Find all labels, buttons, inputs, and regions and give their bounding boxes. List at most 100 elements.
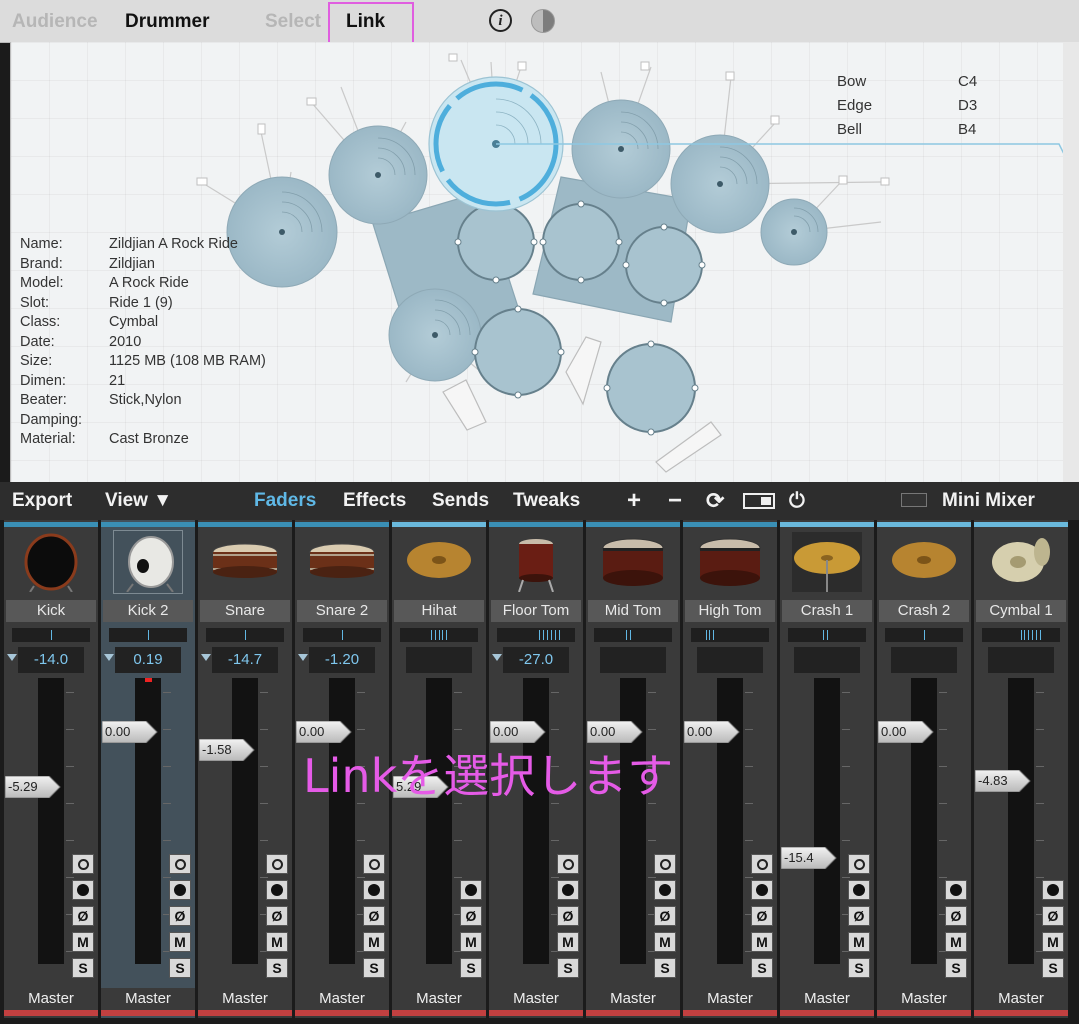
fader-track[interactable] [814, 678, 840, 964]
channel-strip-crash-2[interactable]: Crash 2 0.00 Ø M S Master [877, 520, 971, 1018]
channel-name[interactable]: High Tom [685, 600, 775, 622]
view-menu-button[interactable]: View ▼ [105, 482, 172, 520]
channel-name[interactable]: Crash 2 [879, 600, 969, 622]
tab-sends[interactable]: Sends [432, 482, 489, 520]
volume-field[interactable]: -27.0 [503, 647, 569, 673]
pan-slider[interactable] [788, 628, 866, 642]
phase-button[interactable]: Ø [169, 906, 191, 926]
record-button[interactable] [654, 880, 676, 900]
channel-strip-high-tom[interactable]: High Tom 0.00 Ø M S Master [683, 520, 777, 1018]
volume-dropdown-icon[interactable] [492, 654, 502, 661]
volume-field[interactable] [600, 647, 666, 673]
refresh-icon[interactable]: ⟳ [706, 482, 724, 520]
tab-tweaks[interactable]: Tweaks [513, 482, 580, 520]
volume-field[interactable] [794, 647, 860, 673]
tab-drummer[interactable]: Drummer [125, 0, 209, 42]
mute-button[interactable]: M [1042, 932, 1064, 952]
mute-button[interactable]: M [169, 932, 191, 952]
volume-field[interactable] [697, 647, 763, 673]
channel-name[interactable]: Mid Tom [588, 600, 678, 622]
record-button[interactable] [557, 880, 579, 900]
record-button[interactable] [945, 880, 967, 900]
volume-field[interactable]: -14.7 [212, 647, 278, 673]
output-routing[interactable]: Master [101, 988, 195, 1010]
pan-slider[interactable] [497, 628, 575, 642]
mini-mixer-toggle[interactable] [901, 493, 927, 507]
volume-field[interactable]: -14.0 [18, 647, 84, 673]
mute-button[interactable]: M [945, 932, 967, 952]
output-routing[interactable]: Master [4, 988, 98, 1010]
phase-button[interactable]: Ø [460, 906, 482, 926]
pan-slider[interactable] [303, 628, 381, 642]
volume-field[interactable] [891, 647, 957, 673]
solo-button[interactable]: S [654, 958, 676, 978]
monitor-button[interactable] [72, 854, 94, 874]
mute-button[interactable]: M [72, 932, 94, 952]
channel-name[interactable]: Kick 2 [103, 600, 193, 622]
layout-mode-icon[interactable] [743, 493, 775, 509]
solo-button[interactable]: S [460, 958, 482, 978]
zone-row[interactable]: Edge D3 [837, 97, 997, 121]
monitor-button[interactable] [363, 854, 385, 874]
volume-field[interactable]: -1.20 [309, 647, 375, 673]
solo-button[interactable]: S [72, 958, 94, 978]
output-routing[interactable]: Master [392, 988, 486, 1010]
phase-button[interactable]: Ø [751, 906, 773, 926]
tab-audience[interactable]: Audience [12, 0, 98, 42]
record-button[interactable] [751, 880, 773, 900]
tab-select[interactable]: Select [265, 0, 321, 42]
solo-button[interactable]: S [848, 958, 870, 978]
monitor-button[interactable] [848, 854, 870, 874]
pan-slider[interactable] [12, 628, 90, 642]
output-routing[interactable]: Master [974, 988, 1068, 1010]
fader-track[interactable] [1008, 678, 1034, 964]
phase-button[interactable]: Ø [72, 906, 94, 926]
add-channel-icon[interactable]: + [627, 482, 641, 520]
record-button[interactable] [72, 880, 94, 900]
phase-button[interactable]: Ø [848, 906, 870, 926]
channel-strip-cymbal-1[interactable]: Cymbal 1 -4.83 Ø M S Master [974, 520, 1068, 1018]
fader-handle[interactable]: 0.00 [878, 721, 934, 743]
record-button[interactable] [848, 880, 870, 900]
channel-name[interactable]: Kick [6, 600, 96, 622]
output-routing[interactable]: Master [877, 988, 971, 1010]
solo-button[interactable]: S [557, 958, 579, 978]
fader-handle[interactable]: -1.58 [199, 739, 255, 761]
pan-slider[interactable] [206, 628, 284, 642]
solo-button[interactable]: S [266, 958, 288, 978]
output-routing[interactable]: Master [295, 988, 389, 1010]
pan-slider[interactable] [885, 628, 963, 642]
channel-name[interactable]: Snare [200, 600, 290, 622]
export-button[interactable]: Export [12, 482, 72, 520]
channel-name[interactable]: Cymbal 1 [976, 600, 1066, 622]
volume-dropdown-icon[interactable] [298, 654, 308, 661]
mute-button[interactable]: M [266, 932, 288, 952]
channel-strip-kick-2[interactable]: Kick 2 0.19 0.00 Ø M S Master [101, 520, 195, 1018]
fader-track[interactable] [38, 678, 64, 964]
fader-handle[interactable]: 0.00 [684, 721, 740, 743]
pan-slider[interactable] [982, 628, 1060, 642]
solo-button[interactable]: S [1042, 958, 1064, 978]
record-button[interactable] [363, 880, 385, 900]
phase-button[interactable]: Ø [266, 906, 288, 926]
tab-faders[interactable]: Faders [254, 482, 316, 520]
record-button[interactable] [266, 880, 288, 900]
record-button[interactable] [460, 880, 482, 900]
fader-handle[interactable]: -4.83 [975, 770, 1031, 792]
phase-button[interactable]: Ø [363, 906, 385, 926]
channel-name[interactable]: Crash 1 [782, 600, 872, 622]
zone-row[interactable]: Bow C4 [837, 73, 997, 97]
output-routing[interactable]: Master [586, 988, 680, 1010]
solo-button[interactable]: S [945, 958, 967, 978]
pan-slider[interactable] [400, 628, 478, 642]
volume-dropdown-icon[interactable] [7, 654, 17, 661]
mute-button[interactable]: M [557, 932, 579, 952]
fader-handle[interactable]: -5.29 [5, 776, 61, 798]
monitor-button[interactable] [169, 854, 191, 874]
fader-handle[interactable]: -15.4 [781, 847, 837, 869]
monitor-button[interactable] [266, 854, 288, 874]
record-button[interactable] [1042, 880, 1064, 900]
channel-strip-snare[interactable]: Snare -14.7 -1.58 Ø M S Master [198, 520, 292, 1018]
mute-button[interactable]: M [654, 932, 676, 952]
volume-field[interactable] [406, 647, 472, 673]
